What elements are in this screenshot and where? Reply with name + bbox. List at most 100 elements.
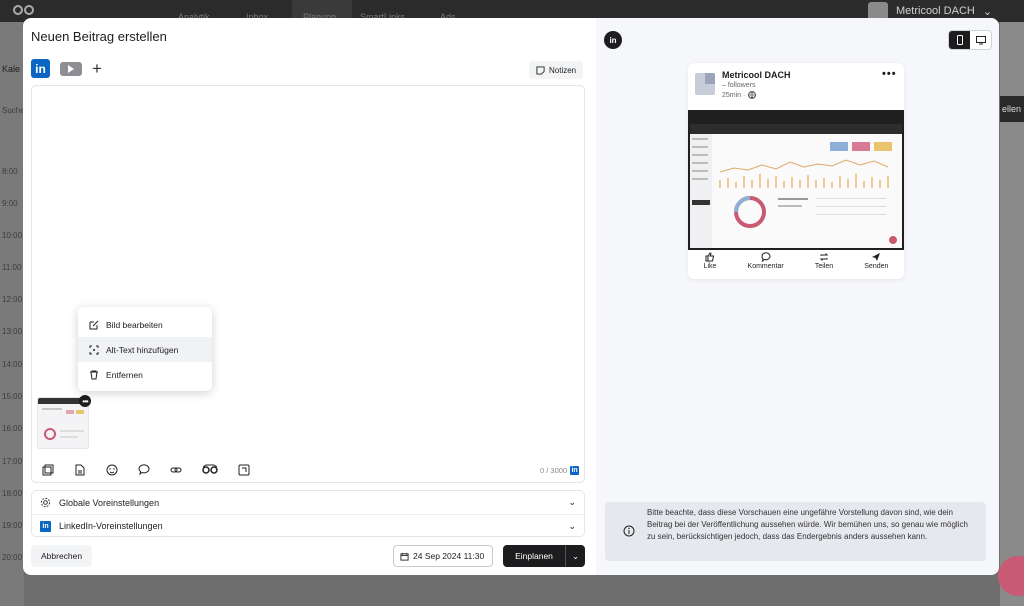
notes-button-label: Notizen (549, 65, 577, 75)
device-toggle (948, 30, 992, 50)
brand-name: Metricool DACH (896, 5, 975, 17)
link-icon[interactable] (170, 464, 182, 476)
time-label: 8:00 (2, 167, 18, 176)
add-network-button[interactable]: + (92, 60, 102, 77)
chevron-down-icon: ⌄ (568, 520, 576, 531)
schedule-button-label: Einplanen (515, 551, 553, 561)
time-label: 20:00 (2, 553, 23, 562)
desktop-view-button[interactable] (970, 31, 991, 49)
menu-item-alt-text[interactable]: Alt-Text hinzufügen (78, 337, 212, 362)
like-action: Like (703, 252, 717, 277)
gear-icon (40, 497, 51, 508)
linkedin-icon: in (570, 466, 580, 475)
preview-disclaimer: Bitte beachte, dass diese Vorschauen ein… (605, 502, 986, 561)
time-label: 9:00 (2, 199, 18, 208)
menu-item-label: Alt-Text hinzufügen (106, 344, 179, 355)
time-label: 15:00 (2, 392, 23, 401)
send-label: Senden (864, 263, 889, 270)
media-library-icon[interactable] (42, 464, 54, 476)
trash-icon (90, 370, 98, 379)
cancel-button-label: Abbrechen (41, 551, 83, 561)
post-text-editor[interactable]: ••• Bild bearbeiten Alt-Text hinzufügen … (31, 85, 585, 483)
edit-icon (89, 320, 99, 329)
preview-pane: in Metricool DACH – followers 25min · ••… (596, 18, 999, 575)
composer-pane: Neuen Beitrag erstellen in + Notizen •••… (23, 18, 596, 575)
author-followers: – followers (722, 82, 756, 89)
pdf-icon[interactable] (238, 464, 250, 476)
globe-icon (748, 91, 757, 99)
schedule-button[interactable]: Einplanen (503, 545, 565, 567)
comment-label: Kommentar (747, 263, 784, 270)
linkedin-presets-label: LinkedIn-Voreinstellungen (59, 521, 163, 531)
comment-icon[interactable] (138, 464, 150, 476)
global-presets-label: Globale Voreinstellungen (59, 497, 160, 508)
like-label: Like (703, 263, 717, 270)
chevron-down-icon: ⌄ (568, 497, 576, 507)
media-context-menu: Bild bearbeiten Alt-Text hinzufügen Entf… (78, 307, 212, 391)
date-picker-button[interactable]: 24 Sep 2024 11:30 (393, 545, 493, 567)
time-label: 12:00 (2, 295, 23, 304)
time-label: 10:00 (2, 231, 23, 240)
calendar-icon (400, 552, 409, 561)
time-label: 17:00 (2, 457, 23, 466)
menu-item-label: Entfernen (106, 369, 143, 380)
menu-item-label: Bild bearbeiten (106, 319, 163, 330)
post-actions: Like Kommentar Teilen Senden (688, 252, 904, 277)
menu-item-edit-image[interactable]: Bild bearbeiten (78, 312, 212, 337)
linkedin-presets-row[interactable]: in LinkedIn-Voreinstellungen ⌄ (32, 514, 584, 537)
youtube-network-button[interactable] (60, 61, 82, 76)
time-label: 19:00 (2, 521, 23, 530)
send-icon (872, 253, 881, 261)
alt-text-icon (89, 345, 99, 354)
app-logo-icon (13, 5, 34, 15)
emoji-icon[interactable] (106, 464, 118, 476)
linkedin-post-preview: Metricool DACH – followers 25min · ••• L… (688, 63, 904, 279)
post-image (688, 110, 904, 250)
calendar-tab-label: Kale (2, 64, 21, 74)
repost-action: Teilen (815, 252, 833, 277)
character-count: 0 / 3000 (540, 466, 568, 475)
editor-toolbar (42, 464, 250, 476)
desktop-icon (975, 35, 986, 44)
mobile-view-button[interactable] (949, 31, 970, 49)
character-counter: 0 / 3000 in (540, 466, 580, 475)
chevron-down-icon: ⌄ (571, 550, 580, 561)
document-icon[interactable] (74, 464, 86, 476)
modal-title: Neuen Beitrag erstellen (31, 29, 167, 44)
linkedin-icon: in (40, 520, 51, 532)
time-label: 14:00 (2, 360, 23, 369)
mobile-icon (956, 35, 963, 45)
ai-assistant-icon[interactable] (202, 464, 218, 476)
chevron-down-icon: ⌄ (982, 5, 993, 18)
send-action: Senden (864, 252, 888, 277)
author-avatar (695, 73, 715, 95)
comment-action: Kommentar (748, 252, 784, 277)
author-name: Metricool DACH (722, 70, 791, 80)
like-icon (705, 252, 715, 262)
repost-icon (819, 253, 829, 261)
create-post-modal: Neuen Beitrag erstellen in + Notizen •••… (23, 18, 999, 575)
network-selector: in + (31, 59, 102, 78)
menu-item-remove[interactable]: Entfernen (78, 362, 212, 387)
time-label: 18:00 (2, 489, 23, 498)
post-more-icon: ••• (882, 68, 897, 80)
info-icon (623, 525, 635, 537)
schedule-options-button[interactable]: ⌄ (565, 545, 585, 567)
notes-button[interactable]: Notizen (529, 61, 584, 79)
linkedin-network-button[interactable]: in (31, 59, 50, 78)
preview-disclaimer-text: Bitte beachte, dass diese Vorschauen ein… (647, 508, 968, 541)
cancel-button[interactable]: Abbrechen (31, 545, 93, 567)
comment-icon (761, 252, 771, 262)
time-label: 11:00 (2, 263, 22, 272)
time-label: 13:00 (2, 327, 23, 336)
calendar-time-column: Kale Suche 8:00 9:00 10:00 11:00 12:00 1… (0, 22, 25, 606)
post-time: 25min · (722, 91, 757, 99)
search-label: Suche (2, 106, 25, 115)
thumbnail-more-button[interactable]: ••• (79, 395, 91, 407)
background-button: ellen (1000, 96, 1024, 122)
note-icon (536, 65, 545, 75)
global-presets-row[interactable]: Globale Voreinstellungen ⌄ (32, 491, 584, 514)
schedule-button-group: Einplanen ⌄ (503, 545, 585, 567)
linkedin-preview-icon: in (604, 31, 622, 49)
presets-accordion: Globale Voreinstellungen ⌄ in LinkedIn-V… (31, 490, 585, 537)
